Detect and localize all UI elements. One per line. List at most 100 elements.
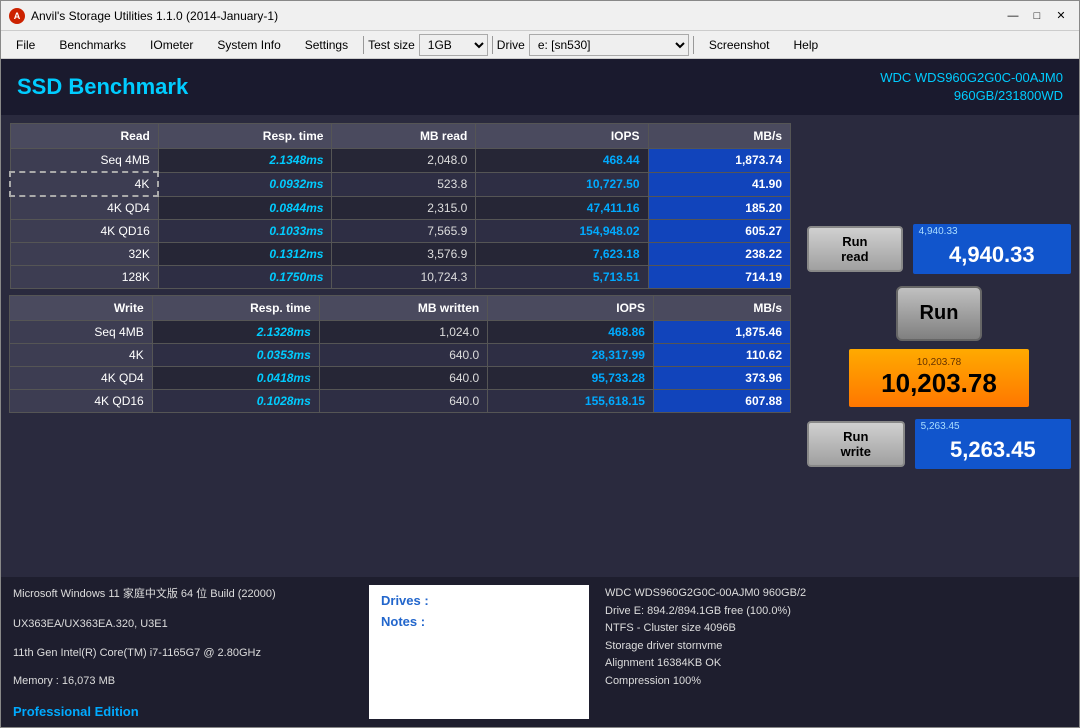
- write-table: Write Resp. time MB written IOPS MB/s Se…: [9, 295, 791, 413]
- read-row-iops: 47,411.16: [476, 196, 648, 220]
- menu-iometer[interactable]: IOmeter: [139, 33, 204, 57]
- read-row-resp: 0.1750ms: [158, 266, 332, 289]
- read-table-row: 32K 0.1312ms 3,576.9 7,623.18 238.22: [10, 243, 791, 266]
- col-iops-write: IOPS: [488, 296, 654, 321]
- close-button[interactable]: ✕: [1051, 6, 1071, 26]
- write-row-resp: 2.1328ms: [152, 321, 319, 344]
- app-window: A Anvil's Storage Utilities 1.1.0 (2014-…: [0, 0, 1080, 728]
- read-row-resp: 0.1033ms: [158, 220, 332, 243]
- menu-divider-1: [363, 36, 364, 54]
- menu-sysinfo[interactable]: System Info: [206, 33, 291, 57]
- write-table-header: Write Resp. time MB written IOPS MB/s: [10, 296, 791, 321]
- read-row-resp: 2.1348ms: [158, 149, 332, 173]
- read-row-resp: 0.0844ms: [158, 196, 332, 220]
- col-resp-time-w: Resp. time: [152, 296, 319, 321]
- side-panel: Run read 4,940.33 4,940.33 Run 10,203.78…: [799, 115, 1079, 577]
- total-score-value: 10,203.78: [861, 368, 1017, 399]
- test-size-select[interactable]: 1GB 4GB 512MB: [419, 34, 488, 56]
- menu-screenshot[interactable]: Screenshot: [698, 33, 781, 57]
- read-score-label: 4,940.33: [919, 226, 958, 237]
- read-row-resp: 0.1312ms: [158, 243, 332, 266]
- run-write-button[interactable]: Run write: [807, 421, 905, 467]
- col-mbs-write: MB/s: [653, 296, 790, 321]
- read-row-iops: 468.44: [476, 149, 648, 173]
- drive-details-2: Drive E: 894.2/894.1GB free (100.0%): [605, 603, 1067, 621]
- write-table-row: Seq 4MB 2.1328ms 1,024.0 468.86 1,875.46: [10, 321, 791, 344]
- col-iops-read: IOPS: [476, 124, 648, 149]
- run-total-group: Run 10,203.78 10,203.78: [849, 286, 1029, 407]
- read-row-mb: 2,315.0: [332, 196, 476, 220]
- write-row-label: 4K QD16: [10, 390, 153, 413]
- run-button[interactable]: Run: [896, 286, 983, 341]
- status-bar: Microsoft Windows 11 家庭中文版 64 位 Build (2…: [1, 577, 1079, 727]
- read-row-mb: 10,724.3: [332, 266, 476, 289]
- write-row-label: 4K QD4: [10, 367, 153, 390]
- tables-area: Read Resp. time MB read IOPS MB/s Seq 4M…: [1, 115, 799, 577]
- write-row-mb: 640.0: [319, 390, 487, 413]
- menu-divider-3: [693, 36, 694, 54]
- menu-file[interactable]: File: [5, 33, 46, 57]
- menu-benchmarks[interactable]: Benchmarks: [48, 33, 137, 57]
- status-center: Drives : Notes :: [369, 585, 589, 719]
- drive-select[interactable]: e: [sn530]: [529, 34, 689, 56]
- title-bar: A Anvil's Storage Utilities 1.1.0 (2014-…: [1, 1, 1079, 31]
- read-row-mbs: 1,873.74: [648, 149, 790, 173]
- read-table-row: Seq 4MB 2.1348ms 2,048.0 468.44 1,873.74: [10, 149, 791, 173]
- read-row-mbs: 185.20: [648, 196, 790, 220]
- test-size-group: Test size 1GB 4GB 512MB: [368, 34, 488, 56]
- run-read-group: Run read 4,940.33 4,940.33: [807, 224, 1071, 274]
- write-row-mbs: 110.62: [653, 344, 790, 367]
- read-table: Read Resp. time MB read IOPS MB/s Seq 4M…: [9, 123, 791, 289]
- write-row-label: 4K: [10, 344, 153, 367]
- read-table-row: 4K QD16 0.1033ms 7,565.9 154,948.02 605.…: [10, 220, 791, 243]
- read-row-resp: 0.0932ms: [158, 172, 332, 196]
- menu-settings[interactable]: Settings: [294, 33, 359, 57]
- col-mbs-read: MB/s: [648, 124, 790, 149]
- read-row-mbs: 605.27: [648, 220, 790, 243]
- drives-label: Drives :: [381, 593, 577, 608]
- write-row-mb: 640.0: [319, 344, 487, 367]
- read-score-value: 4,940.33: [925, 242, 1059, 268]
- drive-info: WDC WDS960G2G0C-00AJM0 960GB/231800WD: [880, 69, 1063, 105]
- run-read-button[interactable]: Run read: [807, 226, 903, 272]
- window-title: Anvil's Storage Utilities 1.1.0 (2014-Ja…: [31, 9, 278, 23]
- menu-help[interactable]: Help: [783, 33, 830, 57]
- read-row-mb: 7,565.9: [332, 220, 476, 243]
- sys-info-1: Microsoft Windows 11 家庭中文版 64 位 Build (2…: [13, 585, 353, 601]
- col-mb-written: MB written: [319, 296, 487, 321]
- sys-info-2: UX363EA/UX363EA.320, U3E1: [13, 618, 353, 630]
- read-row-label: 32K: [10, 243, 158, 266]
- menu-bar: File Benchmarks IOmeter System Info Sett…: [1, 31, 1079, 59]
- bench-header: SSD Benchmark WDC WDS960G2G0C-00AJM0 960…: [1, 59, 1079, 115]
- read-row-mbs: 238.22: [648, 243, 790, 266]
- read-row-iops: 7,623.18: [476, 243, 648, 266]
- write-table-row: 4K QD16 0.1028ms 640.0 155,618.15 607.88: [10, 390, 791, 413]
- read-row-mb: 523.8: [332, 172, 476, 196]
- status-right: WDC WDS960G2G0C-00AJM0 960GB/2 Drive E: …: [605, 585, 1067, 719]
- drive-details-6: Alignment 16384KB OK: [605, 655, 1067, 673]
- read-row-mbs: 41.90: [648, 172, 790, 196]
- drive-details-7: Compression 100%: [605, 673, 1067, 691]
- write-score-box: 5,263.45 5,263.45: [915, 419, 1071, 469]
- maximize-button[interactable]: □: [1027, 6, 1047, 26]
- read-row-mb: 2,048.0: [332, 149, 476, 173]
- read-row-iops: 10,727.50: [476, 172, 648, 196]
- test-size-label: Test size: [368, 38, 415, 52]
- col-write: Write: [10, 296, 153, 321]
- run-write-group: Run write 5,263.45 5,263.45: [807, 419, 1071, 469]
- minimize-button[interactable]: —: [1003, 6, 1023, 26]
- bench-title: SSD Benchmark: [17, 74, 188, 100]
- col-mb-read: MB read: [332, 124, 476, 149]
- total-score-box: 10,203.78 10,203.78: [849, 349, 1029, 407]
- write-row-iops: 468.86: [488, 321, 654, 344]
- write-row-mbs: 607.88: [653, 390, 790, 413]
- drive-details-1: WDC WDS960G2G0C-00AJM0 960GB/2: [605, 585, 1067, 603]
- read-table-row: 128K 0.1750ms 10,724.3 5,713.51 714.19: [10, 266, 791, 289]
- notes-label: Notes :: [381, 614, 577, 629]
- write-score-value: 5,263.45: [927, 437, 1059, 463]
- drive-label: Drive: [497, 38, 525, 52]
- status-left: Microsoft Windows 11 家庭中文版 64 位 Build (2…: [13, 585, 353, 719]
- write-row-resp: 0.0353ms: [152, 344, 319, 367]
- write-table-row: 4K QD4 0.0418ms 640.0 95,733.28 373.96: [10, 367, 791, 390]
- sys-info-4: Memory : 16,073 MB: [13, 675, 353, 687]
